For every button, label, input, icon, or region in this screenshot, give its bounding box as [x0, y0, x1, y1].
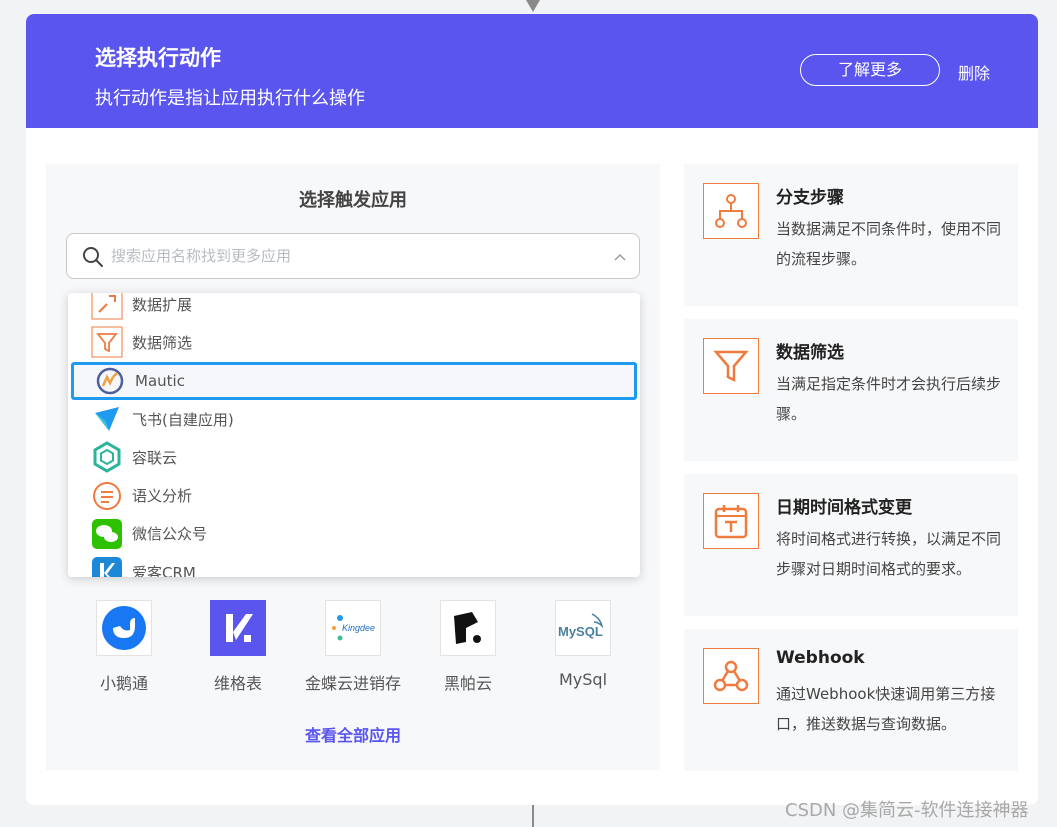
page-subtitle: 执行动作是指让应用执行什么操作 [95, 88, 365, 109]
search-input[interactable] [111, 234, 591, 278]
step-card-branch[interactable]: 分支步骤 当数据满足不同条件时，使用不同的流程步骤。 [684, 164, 1018, 306]
filter-icon [90, 325, 124, 359]
aike-crm-logo-icon [90, 555, 124, 577]
vika-logo-icon [210, 600, 266, 656]
app-tile-heipayun[interactable]: 黑帕云 [413, 600, 523, 694]
dropdown-item-wechat-official[interactable]: 微信公众号 [68, 515, 640, 553]
dropdown-item-label: 数据筛选 [132, 333, 193, 352]
xiaoetong-logo-icon [96, 600, 152, 656]
delete-button[interactable]: 删除 [958, 60, 990, 84]
flow-connector-arrow [526, 0, 540, 12]
app-tile-mysql[interactable]: MySQL MySql [528, 600, 638, 689]
webhook-icon [703, 648, 759, 704]
dropdown-item-ronglianyun[interactable]: 容联云 [68, 438, 640, 476]
search-icon [83, 247, 103, 267]
ronglianyun-logo-icon [90, 440, 124, 474]
data-expand-icon [90, 293, 124, 321]
app-tile-vika[interactable]: 维格表 [183, 600, 293, 694]
dropdown-item-label: Mautic [135, 371, 185, 390]
dropdown-item-semantic-analysis[interactable]: 语义分析 [68, 476, 640, 514]
mysql-logo-icon: MySQL [555, 600, 611, 656]
app-tile-kingdee[interactable]: Kingdee 金蝶云进销存 [298, 600, 408, 694]
step-description: 将时间格式进行转换，以满足不同步骤对日期时间格式的要求。 [776, 530, 1002, 578]
card-header: 选择执行动作 执行动作是指让应用执行什么操作 了解更多 删除 [26, 14, 1038, 128]
chevron-up-icon[interactable] [613, 250, 627, 264]
dropdown-item-label: 容联云 [132, 448, 178, 467]
app-name: 小鹅通 [99, 674, 148, 693]
heipayun-logo-icon [440, 600, 496, 656]
app-tile-xiaoetong[interactable]: 小鹅通 [69, 600, 179, 694]
app-search-box[interactable] [66, 233, 640, 279]
learn-more-button[interactable]: 了解更多 [800, 54, 940, 86]
dropdown-item-data-expand[interactable]: 数据扩展 [68, 293, 640, 323]
step-title: 日期时间格式变更 [776, 498, 912, 518]
app-name: 黑帕云 [443, 674, 492, 693]
page-title: 选择执行动作 [95, 46, 221, 70]
filter-icon [703, 338, 759, 394]
step-title: 数据筛选 [776, 343, 844, 363]
feishu-logo-icon [90, 402, 124, 436]
dropdown-item-feishu[interactable]: 飞书(自建应用) [68, 400, 640, 438]
step-description: 当满足指定条件时才会执行后续步骤。 [776, 375, 1002, 423]
dropdown-item-mautic[interactable]: Mautic [71, 361, 637, 400]
step-title: Webhook [776, 648, 865, 668]
kingdee-logo-text: Kingdee [342, 623, 375, 633]
app-name: 金蝶云进销存 [304, 674, 401, 693]
dropdown-item-label: 语义分析 [132, 487, 193, 506]
view-all-apps-link[interactable]: 查看全部应用 [46, 722, 660, 746]
watermark: CSDN @集简云-软件连接神器 [785, 800, 1029, 821]
step-title: 分支步骤 [776, 188, 844, 208]
step-description: 通过Webhook快速调用第三方接口，推送数据与查询数据。 [776, 685, 996, 733]
app-name: 维格表 [213, 674, 262, 693]
dropdown-item-data-filter[interactable]: 数据筛选 [68, 323, 640, 361]
step-card-datetime-format[interactable]: 日期时间格式变更 将时间格式进行转换，以满足不同步骤对日期时间格式的要求。 [684, 474, 1018, 616]
wechat-logo-icon [90, 517, 124, 551]
mautic-logo-icon [93, 364, 127, 398]
step-card-data-filter[interactable]: 数据筛选 当满足指定条件时才会执行后续步骤。 [684, 319, 1018, 461]
step-description: 当数据满足不同条件时，使用不同的流程步骤。 [776, 220, 1002, 268]
branch-icon [703, 183, 759, 239]
dropdown-item-label: 爱客CRM [132, 563, 196, 577]
dropdown-item-label: 数据扩展 [132, 295, 193, 314]
mysql-logo-text: MySQL [558, 624, 603, 639]
dropdown-item-label: 微信公众号 [132, 525, 208, 544]
action-card: 选择执行动作 执行动作是指让应用执行什么操作 了解更多 删除 选择触发应用 搜索… [26, 14, 1038, 805]
panel-title: 选择触发应用 [299, 190, 407, 211]
step-card-webhook[interactable]: Webhook 通过Webhook快速调用第三方接口，推送数据与查询数据。 [684, 629, 1018, 771]
semantic-analysis-icon [90, 479, 124, 513]
kingdee-logo-icon: Kingdee [325, 600, 381, 656]
calendar-icon [703, 493, 759, 549]
dropdown-item-label: 飞书(自建应用) [132, 410, 234, 429]
app-dropdown-list[interactable]: 数据扩展 数据筛选 Mautic 飞书(自建应用) 容联云 语义分析 微信公众号… [68, 293, 640, 577]
dropdown-item-aike-crm[interactable]: 爱客CRM [68, 553, 640, 577]
popular-apps: 小鹅通 维格表 Kingdee 金蝶云进销存 黑帕云 MySQL MySql [46, 600, 660, 700]
app-name: MySql [558, 670, 608, 689]
flow-connector-line [532, 805, 534, 827]
